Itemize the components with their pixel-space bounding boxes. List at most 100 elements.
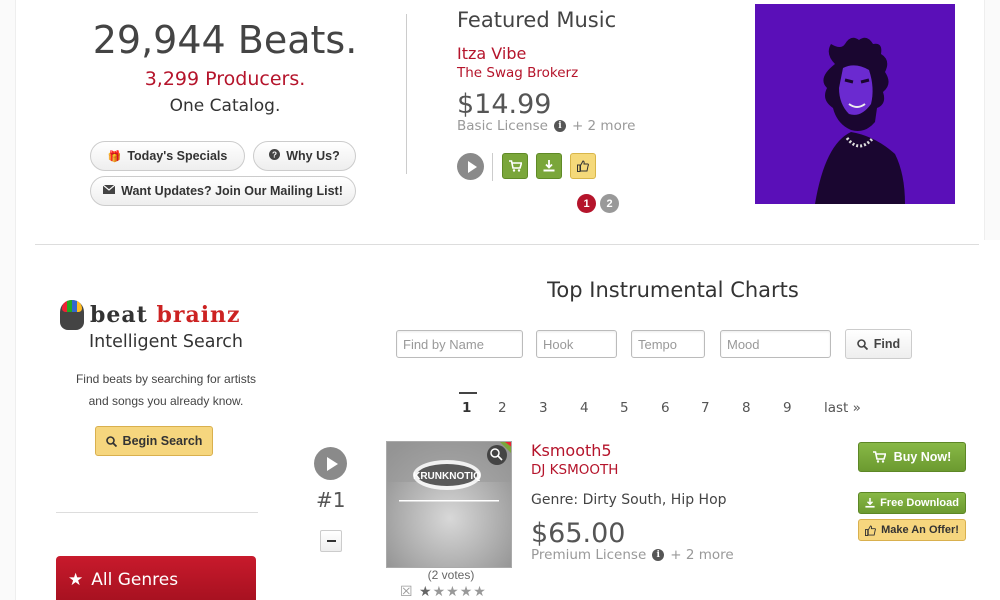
brain-head-icon <box>60 300 84 330</box>
featured-page-1[interactable]: 1 <box>577 194 596 213</box>
star-icon[interactable]: ★ <box>473 584 487 600</box>
cart-icon <box>872 451 886 463</box>
star-icon[interactable]: ★ <box>433 584 447 600</box>
minus-icon <box>326 540 336 542</box>
download-icon <box>865 498 875 508</box>
todays-specials-button[interactable]: 🎁 Today's Specials <box>90 141 245 171</box>
why-us-label: Why Us? <box>286 149 340 163</box>
find-by-name-input[interactable] <box>396 330 523 358</box>
search-icon <box>105 435 117 447</box>
intelligent-search-heading: Intelligent Search <box>89 332 243 352</box>
featured-album-art[interactable] <box>755 4 955 204</box>
featured-price: $14.99 <box>457 89 552 120</box>
page-link-3[interactable]: 3 <box>539 400 548 416</box>
row-rank: #1 <box>316 488 346 512</box>
clear-rating-icon[interactable]: ☒ <box>400 584 414 600</box>
track-name-link[interactable]: Ksmooth5 <box>531 441 831 460</box>
featured-heading: Featured Music <box>457 8 617 32</box>
page-link-2[interactable]: 2 <box>498 400 507 416</box>
beat-brainz-wordmark: beat brainz <box>90 302 241 328</box>
page-link-4[interactable]: 4 <box>580 400 589 416</box>
free-download-button[interactable]: Free Download <box>858 492 966 514</box>
featured-track-link[interactable]: Itza Vibe <box>457 44 737 63</box>
tempo-input[interactable] <box>631 330 705 358</box>
mailing-list-label: Want Updates? Join Our Mailing List! <box>121 184 343 198</box>
featured-page-2[interactable]: 2 <box>600 194 619 213</box>
star-icon[interactable]: ★ <box>460 584 474 600</box>
play-icon <box>326 456 338 471</box>
track-more-licenses[interactable]: + 2 more <box>670 547 733 563</box>
featured-download-button[interactable] <box>536 153 562 179</box>
featured-music: Featured Music Itza Vibe The Swag Broker… <box>457 8 737 134</box>
vote-count: (2 votes) <box>427 568 475 582</box>
beat-brainz-logo[interactable]: beat brainz <box>60 298 260 332</box>
page-link-7[interactable]: 7 <box>701 400 710 416</box>
description-line-1: Find beats by searching for artists <box>75 372 257 386</box>
buy-now-label: Buy Now! <box>893 450 952 464</box>
buy-now-button[interactable]: Buy Now! <box>858 442 966 472</box>
svg-text:?: ? <box>272 151 277 160</box>
page-link-last[interactable]: last » <box>824 400 861 416</box>
search-icon <box>856 338 868 350</box>
hook-input[interactable] <box>536 330 617 358</box>
cart-icon <box>508 160 522 172</box>
make-offer-button[interactable]: Make An Offer! <box>858 519 966 541</box>
rating-stars[interactable]: ☒ ★★★★★ <box>400 584 487 600</box>
featured-add-to-cart-button[interactable] <box>502 153 528 179</box>
cover-illustration: KRUNKNOTIQ <box>387 442 511 567</box>
star-icons[interactable]: ★★★★★ <box>419 584 487 600</box>
catalog-tagline: One Catalog. <box>169 96 281 116</box>
star-icon: ★ <box>68 570 84 590</box>
logo-word-beat: beat <box>90 302 148 328</box>
all-genres-menu[interactable]: ★ All Genres <box>56 556 256 600</box>
featured-license-label: Basic License <box>457 118 548 134</box>
page-link-8[interactable]: 8 <box>742 400 751 416</box>
page-link-9[interactable]: 9 <box>783 400 792 416</box>
star-icon[interactable]: ★ <box>419 584 433 600</box>
free-download-label: Free Download <box>880 497 959 509</box>
row-play-button[interactable] <box>314 447 347 480</box>
catalog-stats: 29,944 Beats. 3,299 Producers. One Catal… <box>60 14 390 116</box>
mailing-list-button[interactable]: Want Updates? Join Our Mailing List! <box>90 176 356 206</box>
begin-search-button[interactable]: Begin Search <box>95 426 213 456</box>
intelligent-search-description: Find beats by searching for artists and … <box>60 368 272 412</box>
vertical-divider <box>406 14 407 174</box>
album-art-illustration <box>755 4 955 204</box>
left-page-edge <box>0 0 16 600</box>
page-link-5[interactable]: 5 <box>620 400 629 416</box>
featured-make-offer-button[interactable] <box>570 153 596 179</box>
begin-search-label: Begin Search <box>122 434 203 448</box>
featured-play-button[interactable] <box>457 153 484 180</box>
mood-input[interactable] <box>720 330 831 358</box>
find-button[interactable]: Find <box>845 329 912 359</box>
cover-logo-text: KRUNKNOTIQ <box>413 471 481 482</box>
track-info: Ksmooth5 DJ KSMOOTH Genre: Dirty South, … <box>531 441 831 563</box>
page-link-6[interactable]: 6 <box>661 400 670 416</box>
find-label: Find <box>873 337 901 351</box>
gift-icon: 🎁 <box>107 150 122 163</box>
star-icon[interactable]: ★ <box>446 584 460 600</box>
featured-more-licenses[interactable]: + 2 more <box>572 118 635 134</box>
logo-word-brainz: brainz <box>156 302 241 328</box>
charts-pagination: 1 2 3 4 5 6 7 8 9 last » <box>440 392 900 424</box>
featured-producer-link[interactable]: The Swag Brokerz <box>457 65 737 81</box>
page-link-1[interactable]: 1 <box>458 392 478 416</box>
why-us-button[interactable]: ? Why Us? <box>253 141 356 171</box>
collapse-row-button[interactable] <box>320 530 342 552</box>
make-offer-label: Make An Offer! <box>881 524 959 536</box>
sidebar-divider <box>56 512 258 513</box>
charts-heading: Top Instrumental Charts <box>547 278 799 302</box>
description-line-2: and songs you already know. <box>88 394 244 408</box>
producer-link[interactable]: DJ KSMOOTH <box>531 462 831 478</box>
track-license-label: Premium License <box>531 547 647 563</box>
all-genres-label: All Genres <box>91 570 179 590</box>
featured-license: Basic License i + 2 more <box>457 118 737 134</box>
track-license: Premium License i + 2 more <box>531 547 831 563</box>
right-page-edge <box>984 0 1000 240</box>
section-divider <box>35 244 979 245</box>
info-icon[interactable]: i <box>652 549 665 561</box>
question-circle-icon: ? <box>269 149 281 163</box>
track-price: $65.00 <box>531 518 626 549</box>
info-icon[interactable]: i <box>553 120 566 132</box>
track-cover-art[interactable]: KRUNKNOTIQ <box>386 441 512 568</box>
